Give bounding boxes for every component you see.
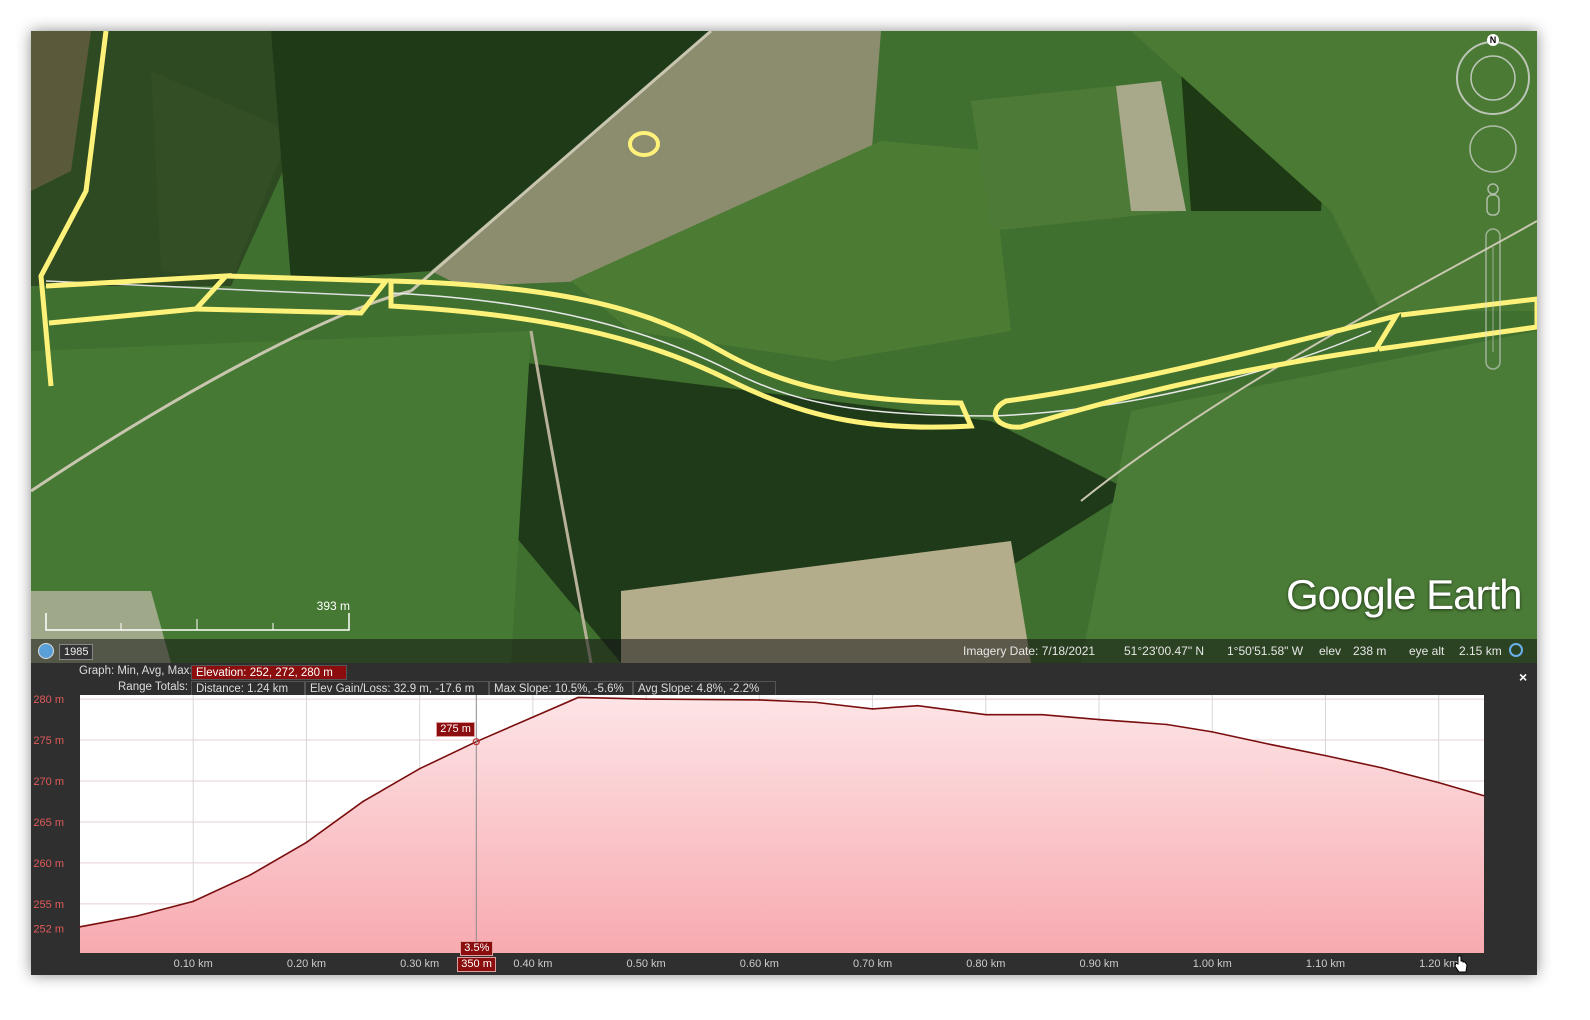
cursor-distance-tag: 350 m [457,957,496,972]
elevation-point [305,841,308,844]
elevation-point [985,713,987,716]
elevation-point [645,698,647,700]
latitude: 51°23'00.47" N [1124,644,1205,658]
cursor-slope-tag: 3.5% [460,941,494,956]
look-joystick[interactable] [1467,123,1519,175]
elevation-profile-panel: Graph: Min, Avg, Max: Elevation: 252, 27… [31,663,1537,975]
x-tick-label: 0.90 km [1079,958,1118,970]
zoom-slider[interactable] [1483,227,1503,372]
elevation-point [1268,743,1270,745]
x-tick-label: 0.50 km [627,958,666,970]
y-tick-label: 265 m [33,817,64,829]
scale-label: 393 m [316,599,350,613]
cursor-elevation-tag: 275 m [436,721,475,737]
elevation-point [815,701,817,704]
elevation-point [192,900,195,903]
x-tick-label: 0.30 km [400,958,439,970]
elevation-point [1166,723,1168,726]
elevation-point [1437,781,1440,784]
x-tick-label: 0.40 km [513,958,552,970]
historical-year-label[interactable]: 1985 [59,644,94,660]
elevation-point [1211,731,1214,733]
status-bar: 1985 Imagery Date: 7/18/2021 51°23'00.47… [31,639,1537,663]
elevation-point [1098,718,1100,721]
y-tick-label: 280 m [33,694,64,706]
y-tick-label: 252 m [33,923,64,935]
streaming-indicator-icon [1509,643,1523,657]
x-tick-label: 0.80 km [966,958,1005,970]
scale-bar: 393 m [45,599,350,631]
elevation-point [418,767,421,770]
elevation-point [871,708,874,710]
elevation-point [758,699,761,701]
map-view[interactable]: N Google Earth 393 m 1985 Imagery Date: … [31,31,1537,663]
x-tick-label: 0.60 km [740,958,779,970]
google-earth-window: N Google Earth 393 m 1985 Imagery Date: … [31,31,1537,975]
compass-north-label: N [1487,34,1499,46]
imagery-date: Imagery Date: 7/18/2021 [963,644,1096,658]
y-tick-label: 270 m [33,776,64,788]
eye-alt-label: eye alt [1409,644,1445,658]
elevation-point [1041,713,1044,716]
y-tick-label: 275 m [33,735,64,747]
elevation-point [1381,767,1383,769]
elevation-point [249,874,251,876]
x-tick-label: 0.10 km [174,958,213,970]
x-tick-label: 1.10 km [1306,958,1345,970]
elevation-point [532,716,534,718]
eye-alt-value: 2.15 km [1459,644,1502,658]
street-view-pegman-icon[interactable] [1483,183,1503,219]
google-earth-logo: Google Earth [1286,571,1522,618]
historical-imagery-clock-icon[interactable] [38,643,54,659]
longitude: 1°50'51.58" W [1227,644,1304,658]
y-tick-label: 260 m [33,858,64,870]
elevation-point [1483,794,1485,797]
elevation-point [135,915,138,917]
satellite-imagery [31,31,1537,663]
elevation-point [577,696,579,699]
x-tick-label: 0.20 km [287,958,326,970]
elevation-point [79,925,81,928]
elev-value: 238 m [1353,644,1387,658]
elevation-profile-chart[interactable]: 280 m 275 m 270 m 265 m 260 m 255 m 252 m 0.10 … [31,663,1537,975]
elevation-point [1324,754,1327,757]
elevation-point [917,704,919,707]
y-tick-label: 255 m [33,899,64,911]
x-tick-label: 0.70 km [853,958,892,970]
x-tick-label: 1.00 km [1193,958,1232,970]
elev-label: elev [1319,644,1342,658]
hand-cursor-icon [1453,955,1469,973]
compass-control[interactable]: N [1455,34,1531,116]
elevation-point [362,800,364,803]
